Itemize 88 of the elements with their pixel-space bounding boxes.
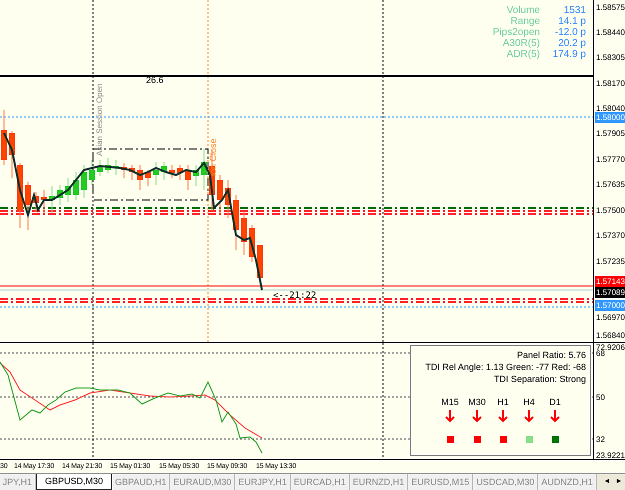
chart-tab[interactable]: EURAUD,M30 xyxy=(170,474,236,490)
indicator-label: 68 xyxy=(596,349,605,359)
chart-tab[interactable]: EURJPY,H1 xyxy=(235,474,291,490)
stat-label: Pips2open xyxy=(492,27,540,38)
timeframe-label: M15 xyxy=(441,397,459,407)
stat-value: 1531 xyxy=(564,5,586,16)
chart-tab[interactable]: GBPAUD,H1 xyxy=(112,474,170,490)
candle xyxy=(113,160,119,176)
chart-tab[interactable]: USDCAD,M30 xyxy=(473,474,538,490)
stat-value: 20.2 p xyxy=(558,38,586,49)
chart-tab[interactable]: EURUSD,M15 xyxy=(408,474,474,490)
price-label: 1.56970 xyxy=(596,312,625,323)
candle xyxy=(97,160,103,176)
price-label: 1.58305 xyxy=(596,52,625,63)
down-arrow-icon xyxy=(550,409,560,422)
down-arrow-icon xyxy=(524,409,534,422)
candle xyxy=(177,164,183,180)
stat-value: -12.0 p xyxy=(554,27,586,38)
chart-tab[interactable]: GBPUSD,M30 xyxy=(36,474,112,490)
candle xyxy=(65,178,71,202)
candle xyxy=(145,170,151,186)
candle xyxy=(129,164,135,180)
timeframe-label: D1 xyxy=(549,397,561,407)
chart-tab[interactable]: JPY,H1 xyxy=(0,474,36,490)
indicator-label: 32 xyxy=(596,434,605,445)
candle xyxy=(201,148,207,190)
candle xyxy=(1,110,7,166)
chart-tab[interactable]: EURCAD,H1 xyxy=(290,474,350,490)
candle xyxy=(17,162,23,228)
price-label: 1.57500 xyxy=(596,205,625,216)
candle xyxy=(169,164,175,178)
indicator-label: 23.9221 xyxy=(596,450,625,461)
stat-value: 174.9 p xyxy=(552,49,586,60)
candle xyxy=(161,162,167,180)
price-label: 1.58040 xyxy=(596,103,625,114)
down-arrow-icon xyxy=(445,409,455,422)
price-label: 1.57235 xyxy=(596,256,625,267)
price-tag: 1.57089 xyxy=(595,287,625,298)
timeframe-label: H1 xyxy=(497,397,509,407)
price-label: 1.58440 xyxy=(596,27,625,38)
candle xyxy=(137,164,143,190)
price-label: 1.57635 xyxy=(596,179,625,190)
candle xyxy=(57,184,63,206)
candle xyxy=(49,186,55,214)
panel-text: Panel Ratio: 5.76 xyxy=(516,350,586,360)
price-label: 1.57770 xyxy=(596,154,625,165)
session-open-label: Asian Session Open xyxy=(95,84,104,156)
price-label: 1.58170 xyxy=(596,78,625,89)
price-tag: 1.58000 xyxy=(595,112,625,123)
down-arrow-icon xyxy=(472,409,482,422)
chart-tab[interactable]: AUDNZD,H1 xyxy=(538,474,597,490)
candle xyxy=(89,160,95,186)
candle xyxy=(41,190,47,214)
chart-tab[interactable]: EURNZD,H1 xyxy=(350,474,408,490)
price-tag: 1.57000 xyxy=(595,300,625,311)
stat-value: 14.1 p xyxy=(558,16,586,27)
timer-label: <--21:22 xyxy=(273,291,316,301)
price-label: 1.57905 xyxy=(596,128,625,139)
candle xyxy=(233,194,239,250)
timeframe-label: M30 xyxy=(468,397,486,407)
candle xyxy=(241,212,247,256)
candle xyxy=(105,158,111,174)
price-label: 1.58575 xyxy=(596,2,625,13)
price-label: 1.56840 xyxy=(596,330,625,341)
stat-label: A30R(5) xyxy=(502,38,540,49)
price-label: 1.57370 xyxy=(596,230,625,241)
panel-text: TDI Rel Angle: 1.13 Green: -77 Red: -68 xyxy=(425,362,586,372)
level-label: 26.6 xyxy=(146,75,164,85)
candle xyxy=(121,162,127,178)
price-tag: 1.57143 xyxy=(595,276,625,287)
candle xyxy=(81,164,87,198)
candle xyxy=(25,182,31,230)
candle xyxy=(193,164,199,186)
panel-text: TDI Separation: Strong xyxy=(494,374,586,384)
down-arrow-icon xyxy=(498,409,508,422)
candle xyxy=(33,192,39,212)
stat-label: Range xyxy=(510,16,540,27)
indicator-label: 50 xyxy=(596,392,605,403)
timeframe-label: H4 xyxy=(523,397,535,407)
candle xyxy=(73,172,79,200)
candle xyxy=(217,174,223,214)
candle xyxy=(153,162,159,186)
stat-label: Volume xyxy=(506,5,540,16)
candle xyxy=(185,164,191,190)
candle xyxy=(225,180,231,218)
stat-label: ADR(5) xyxy=(506,49,540,60)
indicator-label: 72.9206 xyxy=(596,342,625,352)
session-close-label: ion Close xyxy=(208,138,218,176)
